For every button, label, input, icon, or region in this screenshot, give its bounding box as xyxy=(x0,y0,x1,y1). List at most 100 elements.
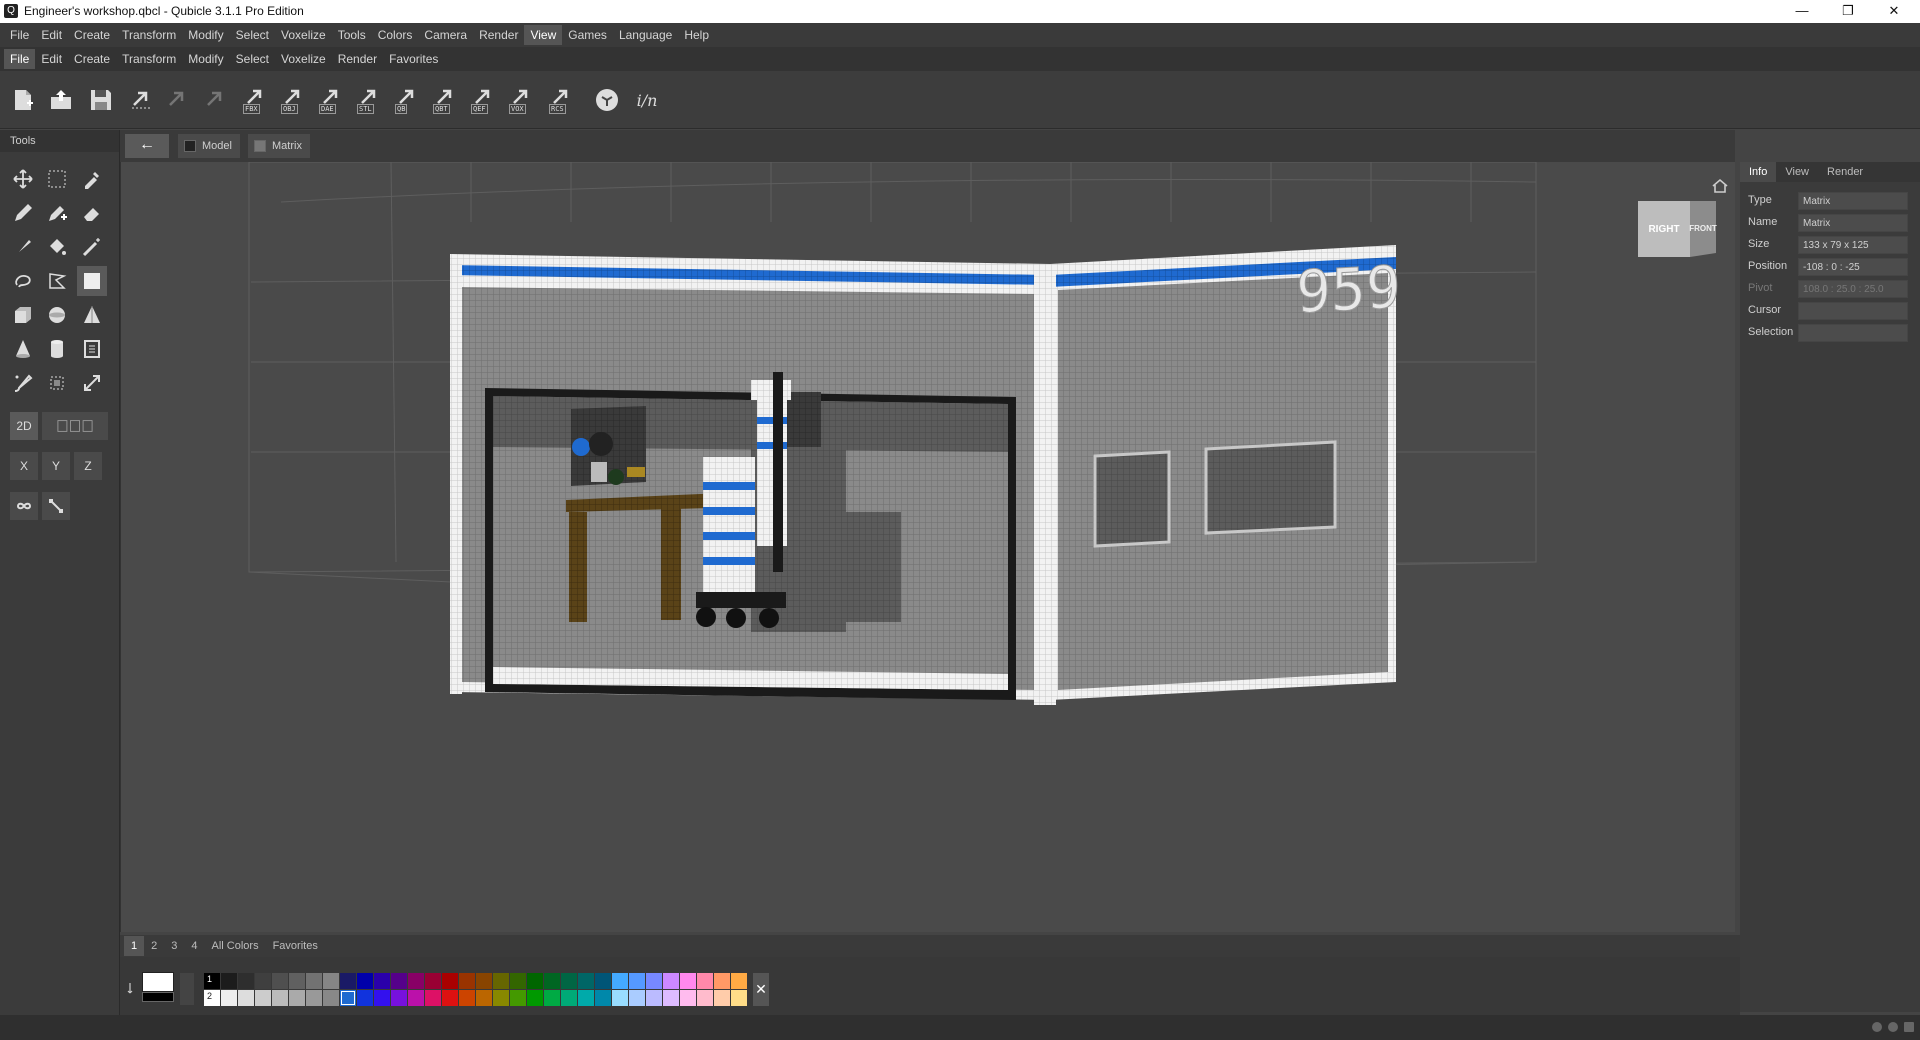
export-vox-button[interactable]: VOX xyxy=(506,85,536,115)
extrude-tool[interactable] xyxy=(77,334,107,364)
color-swatch[interactable] xyxy=(680,990,696,1006)
palette-tab-2[interactable]: 2 xyxy=(144,936,164,956)
home-view-icon[interactable] xyxy=(1711,177,1729,195)
back-button[interactable]: ← xyxy=(125,134,169,158)
box-select-tool[interactable] xyxy=(42,164,72,194)
property-value-field[interactable]: 133 x 79 x 125 xyxy=(1798,236,1908,254)
new-file-button[interactable] xyxy=(8,85,38,115)
color-swatch[interactable] xyxy=(374,973,390,989)
color-swatch[interactable] xyxy=(357,990,373,1006)
color-swatch[interactable] xyxy=(289,990,305,1006)
color-swatch[interactable] xyxy=(476,990,492,1006)
color-swatch[interactable] xyxy=(442,973,458,989)
menu-tools[interactable]: Tools xyxy=(332,25,372,45)
color-swatch[interactable] xyxy=(714,990,730,1006)
color-swatch[interactable] xyxy=(612,990,628,1006)
color-swatch[interactable] xyxy=(697,973,713,989)
color-swatch[interactable]: 2 xyxy=(204,990,220,1006)
color-swatch[interactable] xyxy=(578,973,594,989)
status-menu-icon[interactable] xyxy=(1904,1022,1914,1032)
menu-edit[interactable]: Edit xyxy=(35,25,68,45)
property-value-field[interactable]: -108 : 0 : -25 xyxy=(1798,258,1908,276)
redo-button[interactable] xyxy=(200,85,230,115)
color-swatch[interactable] xyxy=(221,990,237,1006)
color-swatch[interactable] xyxy=(493,973,509,989)
palette-tab-all-colors[interactable]: All Colors xyxy=(205,936,266,956)
property-value-field[interactable] xyxy=(1798,302,1908,320)
submenu-create[interactable]: Create xyxy=(68,49,116,69)
color-swatch[interactable] xyxy=(374,990,390,1006)
breadcrumb-matrix[interactable]: Matrix xyxy=(248,134,310,158)
axis-z-toggle[interactable]: Z xyxy=(74,452,102,480)
lasso-tool[interactable] xyxy=(8,266,38,296)
color-swatch[interactable] xyxy=(340,990,356,1006)
eraser-tool[interactable] xyxy=(77,198,107,228)
export-fbx-button[interactable]: FBX xyxy=(240,85,270,115)
color-swatch[interactable] xyxy=(221,973,237,989)
color-swatch[interactable] xyxy=(663,973,679,989)
color-swatch[interactable] xyxy=(476,973,492,989)
close-button[interactable]: ✕ xyxy=(1872,0,1916,23)
scale-tool[interactable] xyxy=(77,368,107,398)
color-swatch[interactable] xyxy=(561,973,577,989)
color-swatch[interactable] xyxy=(595,990,611,1006)
secondary-color-swatch[interactable] xyxy=(142,992,174,1002)
restore-button[interactable]: ❐ xyxy=(1826,0,1870,23)
menu-transform[interactable]: Transform xyxy=(116,25,182,45)
palette-scroll-arrow[interactable] xyxy=(180,973,194,1005)
color-swatch[interactable] xyxy=(255,990,271,1006)
property-value-field[interactable]: Matrix xyxy=(1798,192,1908,210)
menu-games[interactable]: Games xyxy=(562,25,613,45)
axis-x-toggle[interactable]: X xyxy=(10,452,38,480)
color-swatch[interactable] xyxy=(459,973,475,989)
color-swatch[interactable] xyxy=(408,973,424,989)
submenu-modify[interactable]: Modify xyxy=(182,49,229,69)
voxel-scene[interactable]: 959 xyxy=(121,162,1735,932)
submenu-select[interactable]: Select xyxy=(230,49,275,69)
color-swatch[interactable] xyxy=(714,973,730,989)
pencil-tool[interactable] xyxy=(8,198,38,228)
menu-help[interactable]: Help xyxy=(678,25,715,45)
color-swatch[interactable] xyxy=(306,973,322,989)
status-info-icon[interactable] xyxy=(1872,1022,1882,1032)
color-swatch[interactable] xyxy=(527,990,543,1006)
undo-button[interactable] xyxy=(162,85,192,115)
color-swatch[interactable] xyxy=(323,973,339,989)
color-swatch[interactable] xyxy=(391,990,407,1006)
2d-mode-toggle[interactable]: 2D xyxy=(10,412,38,440)
magic-wand-tool[interactable] xyxy=(77,232,107,262)
fill-tool[interactable] xyxy=(42,232,72,262)
color-swatch[interactable] xyxy=(425,990,441,1006)
color-swatch[interactable] xyxy=(663,990,679,1006)
color-swatch[interactable] xyxy=(408,990,424,1006)
submenu-edit[interactable]: Edit xyxy=(35,49,68,69)
color-swatch[interactable] xyxy=(306,990,322,1006)
menu-select[interactable]: Select xyxy=(230,25,275,45)
polygon-tool[interactable] xyxy=(42,266,72,296)
property-value-field[interactable] xyxy=(1798,324,1908,342)
color-swatch[interactable] xyxy=(510,973,526,989)
menu-create[interactable]: Create xyxy=(68,25,116,45)
color-swatch[interactable] xyxy=(391,973,407,989)
palette-close-button[interactable]: ✕ xyxy=(753,973,769,1006)
tab-info[interactable]: Info xyxy=(1740,162,1777,182)
color-swatch[interactable] xyxy=(425,973,441,989)
move-tool[interactable] xyxy=(8,164,38,194)
color-swatch[interactable] xyxy=(357,973,373,989)
export-obj-button[interactable]: OBJ xyxy=(278,85,308,115)
color-swatch[interactable] xyxy=(731,973,747,989)
primary-color-swatch[interactable] xyxy=(142,972,174,992)
color-swatch[interactable] xyxy=(238,973,254,989)
color-swatch[interactable] xyxy=(561,990,577,1006)
color-swatch[interactable] xyxy=(629,973,645,989)
brush-tool[interactable] xyxy=(8,232,38,262)
submenu-file[interactable]: File xyxy=(4,49,36,69)
color-swatch[interactable] xyxy=(442,990,458,1006)
color-swatch[interactable] xyxy=(544,990,560,1006)
line-mode-toggle[interactable] xyxy=(42,492,70,520)
navigation-cube[interactable]: RIGHT FRONT xyxy=(1636,197,1720,259)
axis-y-toggle[interactable]: Y xyxy=(42,452,70,480)
menu-modify[interactable]: Modify xyxy=(182,25,229,45)
color-swatch[interactable] xyxy=(340,973,356,989)
pyramid-tool[interactable] xyxy=(77,300,107,330)
